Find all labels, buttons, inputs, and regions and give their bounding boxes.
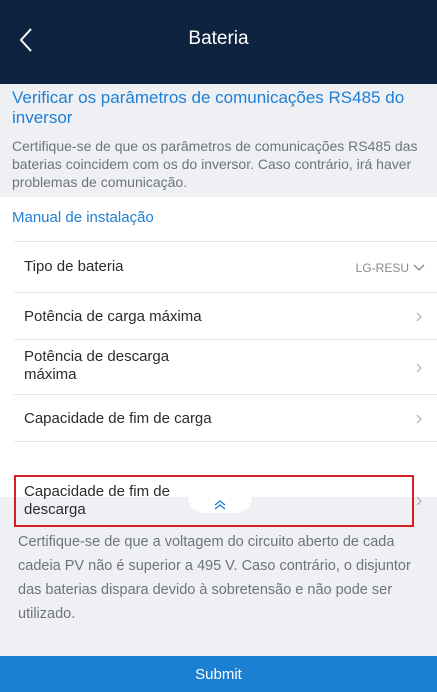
app-header: Bateria (0, 0, 437, 84)
battery-settings-card: Manual de instalação Tipo de bateria LG-… (0, 197, 437, 527)
chevron-right-icon (416, 414, 422, 424)
row-max-charge-power[interactable]: Potência de carga máxima (0, 293, 437, 339)
battery-type-value: LG-RESU (355, 261, 409, 275)
row-battery-type[interactable]: Tipo de bateria LG-RESU (0, 242, 437, 292)
info-text: Certifique-se de que os parâmetros de co… (12, 138, 418, 190)
chevron-right-icon (416, 496, 422, 506)
chevron-right-icon (416, 363, 422, 373)
row-label: Potência de carga máxima (24, 308, 202, 325)
rs485-info-section: Verificar os parâmetros de comunicações … (0, 84, 437, 194)
chevron-right-icon (416, 312, 422, 322)
row-end-of-charge-capacity[interactable]: Capacidade de fim de carga (0, 395, 437, 441)
collapse-toggle[interactable] (188, 497, 252, 513)
row-label: Capacidade de fim de carga (24, 410, 212, 427)
divider (14, 441, 437, 442)
submit-button[interactable]: Submit (0, 656, 437, 692)
double-chevron-up-icon (214, 500, 226, 510)
row-label: Tipo de bateria (24, 258, 124, 275)
page-title: Bateria (188, 28, 249, 49)
chevron-down-icon (413, 264, 425, 271)
row-label: Capacidade de fim de descarga (24, 483, 170, 518)
row-max-discharge-power[interactable]: Potência de descarga máxima (0, 340, 437, 394)
info-title: Verificar os parâmetros de comunicações … (12, 88, 405, 127)
pv-voltage-warning: Certifique-se de que a voltagem do circu… (18, 534, 411, 622)
installation-manual-link[interactable]: Manual de instalação (12, 209, 154, 226)
row-label: Potência de descarga máxima (24, 348, 170, 383)
